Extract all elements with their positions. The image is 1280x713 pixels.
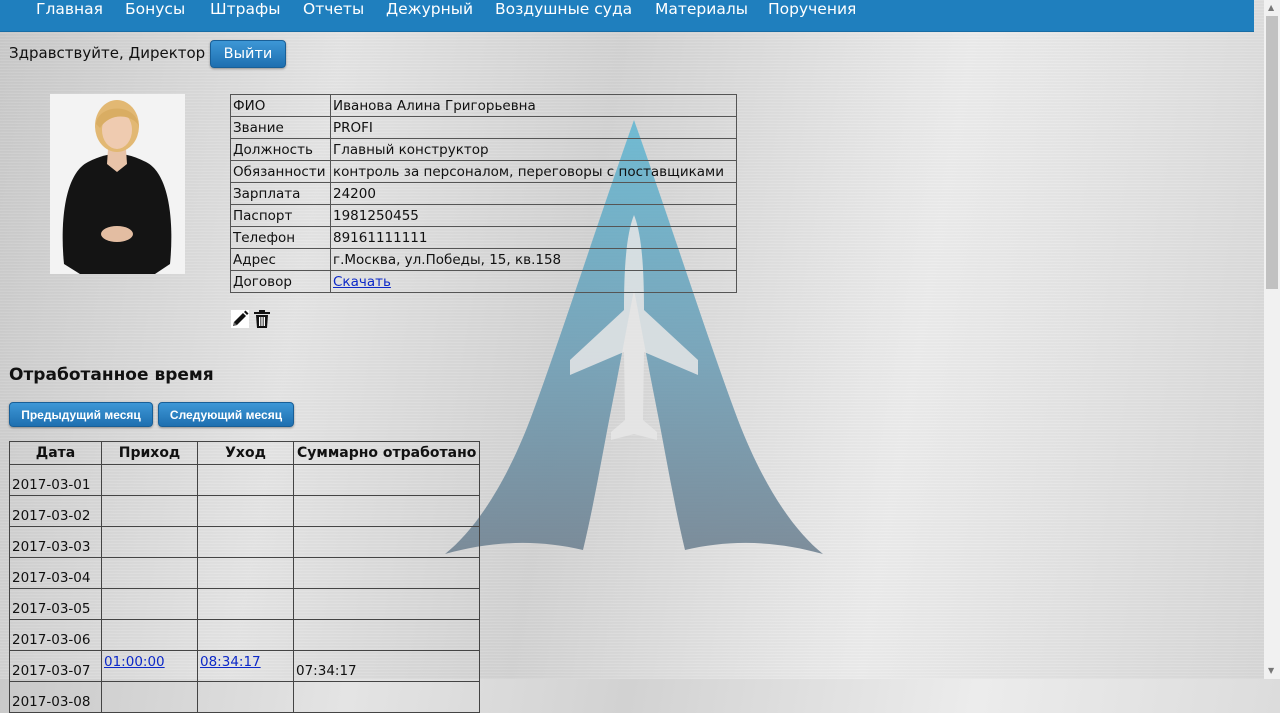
- worktime-header-row: Дата Приход Уход Суммарно отработано: [9, 441, 481, 465]
- table-row: 2017-03-07 01:00:00 08:34:17 07:34:17: [9, 650, 481, 682]
- column-header-arrival: Приход: [101, 441, 198, 465]
- prev-month-button[interactable]: Предыдущий месяц: [9, 402, 153, 427]
- nav-item-materials[interactable]: Материалы: [655, 0, 748, 20]
- info-value: 89161111111: [330, 226, 737, 249]
- nav-item-aircraft[interactable]: Воздушные суда: [495, 0, 632, 20]
- info-row-address: Адрес г.Москва, ул.Победы, 15, кв.158: [230, 248, 737, 271]
- info-row-position: Должность Главный конструктор: [230, 138, 737, 161]
- column-header-total: Суммарно отработано: [292, 441, 481, 465]
- departure-cell: [197, 526, 294, 558]
- employee-info-table: ФИО Иванова Алина Григорьевна Звание PROFI…: [230, 94, 737, 293]
- arrival-cell: [101, 526, 198, 558]
- total-cell: [292, 495, 481, 527]
- arrival-cell: [101, 495, 198, 527]
- departure-cell: [197, 619, 294, 651]
- total-cell: [292, 526, 481, 558]
- table-row: 2017-03-08: [9, 681, 481, 713]
- greeting-text: Здравствуйте, Директор: [9, 44, 206, 62]
- info-row-phone: Телефон 89161111111: [230, 226, 737, 249]
- info-label: Должность: [230, 138, 331, 161]
- info-value: г.Москва, ул.Победы, 15, кв.158: [330, 248, 737, 271]
- info-label: Договор: [230, 270, 331, 293]
- info-label: Телефон: [230, 226, 331, 249]
- logout-button[interactable]: Выйти: [210, 40, 286, 68]
- info-row-fio: ФИО Иванова Алина Григорьевна: [230, 94, 737, 117]
- arrival-cell: [101, 588, 198, 620]
- date-cell: 2017-03-02: [9, 495, 102, 527]
- total-cell: [292, 588, 481, 620]
- departure-cell: 08:34:17: [197, 650, 294, 682]
- info-label: Паспорт: [230, 204, 331, 227]
- nav-item-home[interactable]: Главная: [36, 0, 103, 20]
- worktime-table: Дата Приход Уход Суммарно отработано 201…: [9, 441, 481, 713]
- scroll-up-arrow-icon[interactable]: ▲: [1268, 4, 1274, 12]
- table-row: 2017-03-05: [9, 588, 481, 620]
- total-cell: [292, 681, 481, 713]
- info-value: Главный конструктор: [330, 138, 737, 161]
- trash-icon[interactable]: [252, 309, 272, 329]
- total-cell: 07:34:17: [292, 650, 481, 682]
- info-label: ФИО: [230, 94, 331, 117]
- info-label: Звание: [230, 116, 331, 139]
- arrival-cell: 01:00:00: [101, 650, 198, 682]
- departure-cell: [197, 495, 294, 527]
- total-cell: [292, 557, 481, 589]
- info-value: 1981250455: [330, 204, 737, 227]
- nav-item-assignments[interactable]: Поручения: [768, 0, 856, 20]
- top-navigation-bar: Главная Бонусы Штрафы Отчеты Дежурный Во…: [0, 0, 1254, 32]
- departure-time-link[interactable]: 08:34:17: [200, 654, 261, 670]
- column-header-departure: Уход: [197, 441, 294, 465]
- table-row: 2017-03-02: [9, 495, 481, 527]
- date-cell: 2017-03-05: [9, 588, 102, 620]
- scroll-down-arrow-icon[interactable]: ▼: [1268, 667, 1274, 675]
- table-row: 2017-03-01: [9, 464, 481, 496]
- total-cell: [292, 619, 481, 651]
- table-row: 2017-03-03: [9, 526, 481, 558]
- vertical-scrollbar[interactable]: ▲ ▼: [1264, 0, 1280, 679]
- date-cell: 2017-03-06: [9, 619, 102, 651]
- date-cell: 2017-03-07: [9, 650, 102, 682]
- table-row: 2017-03-04: [9, 557, 481, 589]
- info-row-rank: Звание PROFI: [230, 116, 737, 139]
- arrival-cell: [101, 557, 198, 589]
- arrival-cell: [101, 681, 198, 713]
- pencil-icon[interactable]: [230, 309, 250, 329]
- arrival-cell: [101, 619, 198, 651]
- date-cell: 2017-03-04: [9, 557, 102, 589]
- nav-item-fines[interactable]: Штрафы: [210, 0, 280, 20]
- info-row-passport: Паспорт 1981250455: [230, 204, 737, 227]
- nav-item-reports[interactable]: Отчеты: [303, 0, 364, 20]
- next-month-button[interactable]: Следующий месяц: [158, 402, 294, 427]
- total-cell: [292, 464, 481, 496]
- employee-photo-image: [50, 94, 185, 274]
- date-cell: 2017-03-03: [9, 526, 102, 558]
- departure-cell: [197, 681, 294, 713]
- info-value: контроль за персоналом, переговоры с пос…: [330, 160, 737, 183]
- date-cell: 2017-03-08: [9, 681, 102, 713]
- nav-item-duty[interactable]: Дежурный: [386, 0, 473, 20]
- info-row-salary: Зарплата 24200: [230, 182, 737, 205]
- info-value: Скачать: [330, 270, 737, 293]
- date-cell: 2017-03-01: [9, 464, 102, 496]
- info-value: PROFI: [330, 116, 737, 139]
- info-value: 24200: [330, 182, 737, 205]
- worktime-title: Отработанное время: [9, 365, 214, 385]
- info-row-duties: Обязанности контроль за персоналом, перег…: [230, 160, 737, 183]
- info-label: Адрес: [230, 248, 331, 271]
- arrival-time-link[interactable]: 01:00:00: [104, 654, 165, 670]
- contract-download-link[interactable]: Скачать: [333, 274, 391, 290]
- departure-cell: [197, 557, 294, 589]
- scrollbar-thumb[interactable]: [1266, 16, 1278, 289]
- employee-photo: [50, 94, 185, 274]
- table-row: 2017-03-06: [9, 619, 481, 651]
- departure-cell: [197, 588, 294, 620]
- info-label: Зарплата: [230, 182, 331, 205]
- info-value: Иванова Алина Григорьевна: [330, 94, 737, 117]
- arrival-cell: [101, 464, 198, 496]
- info-row-contract: Договор Скачать: [230, 270, 737, 293]
- departure-cell: [197, 464, 294, 496]
- nav-item-bonuses[interactable]: Бонусы: [125, 0, 185, 20]
- column-header-date: Дата: [9, 441, 102, 465]
- info-label: Обязанности: [230, 160, 331, 183]
